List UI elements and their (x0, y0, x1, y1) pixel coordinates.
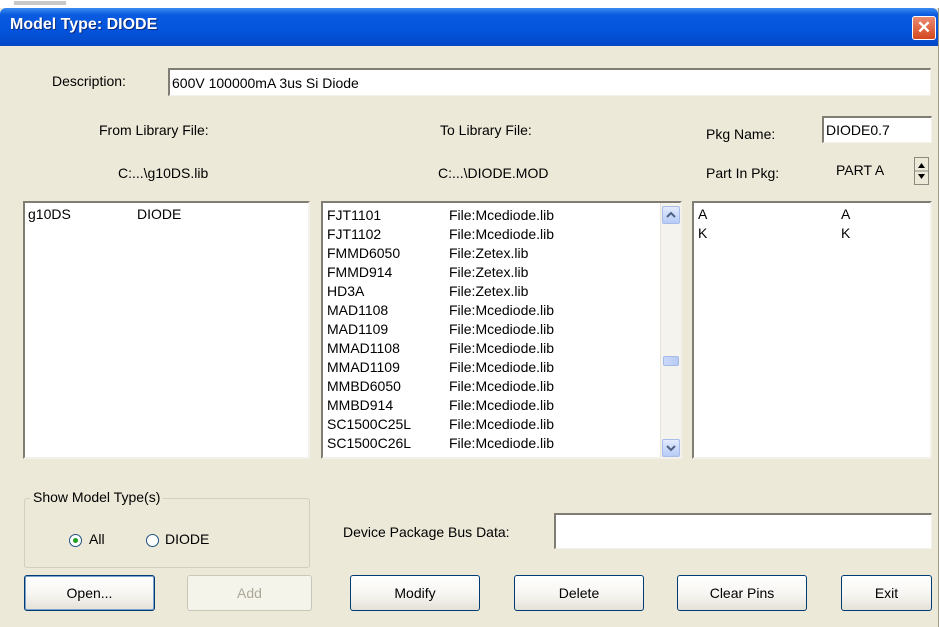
scroll-up-button[interactable] (662, 206, 680, 224)
model-name: MAD1108 (327, 302, 389, 318)
list-item[interactable]: MMBD914 File:Mcediode.lib (323, 396, 680, 415)
window-title: Model Type: DIODE (10, 16, 158, 33)
model-name: HD3A (327, 283, 365, 299)
model-file: File:Mcediode.lib (449, 359, 555, 375)
spinner-arrows-icon (915, 163, 928, 179)
close-button[interactable]: ✕ (912, 16, 936, 40)
background-fragment (14, 1, 66, 5)
pin-name: A (698, 206, 708, 222)
radio-selected-dot (73, 538, 78, 543)
pin-list[interactable]: AAKK (692, 201, 932, 459)
model-file: File:Mcediode.lib (449, 340, 555, 356)
pin-map: A (841, 206, 851, 222)
table-row[interactable]: AA (694, 205, 930, 224)
modify-button[interactable]: Modify (350, 575, 480, 611)
model-file: File:Zetex.lib (449, 245, 529, 261)
description-input[interactable]: 600V 100000mA 3us Si Diode (168, 68, 931, 96)
part-spinner[interactable] (914, 157, 929, 185)
table-row[interactable]: KK (694, 224, 930, 243)
chevron-down-icon (666, 445, 676, 452)
model-name: MMBD914 (327, 397, 394, 413)
pin-name: K (698, 225, 708, 241)
bus-data-input[interactable] (554, 513, 932, 549)
list-item[interactable]: MMAD1108 File:Mcediode.lib (323, 339, 680, 358)
model-name: FJT1101 (327, 207, 382, 223)
list-item[interactable]: MMAD1109 File:Mcediode.lib (323, 358, 680, 377)
add-button[interactable]: Add (187, 575, 312, 611)
list-item[interactable]: HD3A File:Zetex.lib (323, 282, 680, 301)
model-file: File:Mcediode.lib (449, 416, 555, 432)
list-item[interactable]: FMMD6050 File:Zetex.lib (323, 244, 680, 263)
model-file: File:Mcediode.lib (449, 435, 555, 451)
model-name: MMBD6050 (327, 378, 401, 394)
exit-button[interactable]: Exit (841, 575, 932, 611)
from-library-list[interactable]: g10DS DIODE (23, 201, 310, 459)
model-file: File:Mcediode.lib (449, 226, 555, 242)
group-legend: Show Model Type(s) (30, 489, 164, 505)
pkg-name-input[interactable]: DIODE0.7 (822, 116, 932, 143)
scroll-thumb[interactable] (663, 356, 679, 366)
open-button[interactable]: Open... (24, 575, 155, 611)
list-item[interactable]: g10DS DIODE (25, 205, 308, 224)
from-library-path: C:...\g10DS.lib (118, 165, 209, 181)
pin-map: K (841, 225, 851, 241)
to-library-path: C:...\DIODE.MOD (438, 165, 549, 181)
model-file: File:Mcediode.lib (449, 397, 555, 413)
model-file: File:Mcediode.lib (449, 378, 555, 394)
clear-pins-button[interactable]: Clear Pins (677, 575, 807, 611)
screen-top-strip (0, 0, 939, 8)
model-name: FMMD914 (327, 264, 393, 280)
show-model-type-group: Show Model Type(s) All DIODE (24, 489, 310, 568)
delete-button[interactable]: Delete (514, 575, 644, 611)
model-type-dialog: Model Type: DIODE ✕ Description: 600V 10… (0, 8, 939, 627)
model-file: File:Zetex.lib (449, 264, 529, 280)
list-item[interactable]: FJT1102 File:Mcediode.lib (323, 225, 680, 244)
model-name: MAD1109 (327, 321, 389, 337)
pkg-name-label: Pkg Name: (706, 126, 776, 142)
model-name: MMAD1109 (327, 359, 400, 375)
list-item[interactable]: SC1500C26L File:Mcediode.lib (323, 434, 680, 453)
list-item[interactable]: SC1500C25L File:Mcediode.lib (323, 415, 680, 434)
from-library-label: From Library File: (99, 122, 209, 138)
model-name: FMMD6050 (327, 245, 401, 261)
model-name: SC1500C26L (327, 435, 412, 451)
model-name: g10DS (28, 206, 71, 222)
model-name: SC1500C25L (327, 416, 412, 432)
list-item[interactable]: FJT1101 File:Mcediode.lib (323, 206, 680, 225)
to-library-list[interactable]: FJT1101 File:Mcediode.lib FJT1102 File:Mced… (321, 201, 682, 459)
list-item[interactable]: MAD1109 File:Mcediode.lib (323, 320, 680, 339)
radio-diode[interactable] (146, 534, 159, 547)
close-icon: ✕ (916, 18, 932, 37)
model-name: FJT1102 (327, 226, 382, 242)
title-bar[interactable]: Model Type: DIODE ✕ (0, 8, 938, 46)
part-in-pkg-value: PART A (836, 162, 885, 178)
model-file: File:Zetex.lib (449, 283, 529, 299)
chevron-up-icon (666, 211, 676, 218)
list-item[interactable]: MAD1108 File:Mcediode.lib (323, 301, 680, 320)
bus-data-label: Device Package Bus Data: (343, 524, 510, 540)
part-in-pkg-label: Part In Pkg: (706, 165, 780, 181)
radio-all-label[interactable]: All (89, 531, 105, 547)
list-item[interactable]: FMMD914 File:Zetex.lib (323, 263, 680, 282)
model-file: File:Mcediode.lib (449, 321, 555, 337)
radio-all[interactable] (69, 534, 82, 547)
radio-diode-label[interactable]: DIODE (165, 531, 209, 547)
model-file: File:Mcediode.lib (449, 302, 555, 318)
to-list-scrollbar[interactable] (660, 203, 680, 457)
model-name: MMAD1108 (327, 340, 400, 356)
description-label: Description: (52, 73, 126, 89)
list-item[interactable]: MMBD6050 File:Mcediode.lib (323, 377, 680, 396)
scroll-down-button[interactable] (662, 439, 680, 457)
model-type: DIODE (137, 206, 182, 222)
to-library-label: To Library File: (440, 122, 532, 138)
model-file: File:Mcediode.lib (449, 207, 555, 223)
